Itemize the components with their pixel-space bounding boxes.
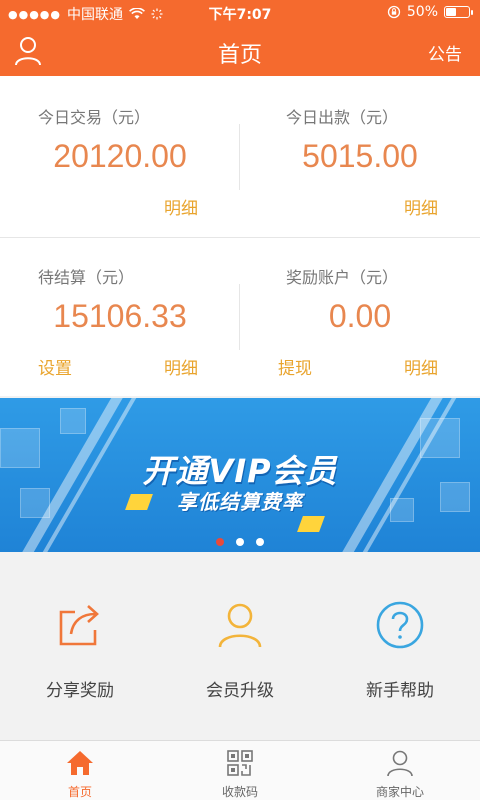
stat-label: 今日交易（元）: [38, 108, 151, 127]
stat-reward: 奖励账户（元） 0.00 提现 明细: [240, 236, 480, 396]
tab-qrcode[interactable]: 收款码: [160, 741, 320, 800]
help-icon: [376, 601, 424, 649]
qrcode-icon: [227, 750, 253, 776]
tab-label: 收款码: [221, 785, 258, 799]
rotation-lock-icon: [387, 5, 401, 19]
merchant-icon: [387, 750, 413, 777]
battery-fill: [446, 8, 456, 16]
gem-icon: [297, 516, 325, 532]
reward-withdraw-link[interactable]: 提现: [278, 354, 312, 379]
share-icon: [59, 605, 99, 646]
tab-label: 商家中心: [375, 785, 424, 799]
reward-detail-link[interactable]: 明细: [404, 354, 438, 379]
pending-detail-link[interactable]: 明细: [164, 354, 198, 379]
banner-subtitle: 享低结算费率: [177, 490, 303, 514]
stat-value: 15106.33: [53, 298, 187, 334]
newbie-help-button[interactable]: 新手帮助: [320, 552, 480, 740]
banner-dot[interactable]: [236, 538, 244, 546]
tab-merchant-center[interactable]: 商家中心: [320, 741, 480, 800]
bottom-tab-bar: 首页 收款码 商家中心: [0, 740, 480, 800]
stat-label: 待结算（元）: [38, 268, 135, 287]
status-bar: ●●●●● 中国联通 下午7:07 50%: [0, 0, 480, 26]
banner-pagination[interactable]: [0, 538, 480, 546]
banner-dot[interactable]: [216, 538, 224, 546]
stat-label: 今日出款（元）: [286, 108, 399, 127]
feature-label: 会员升级: [206, 681, 274, 701]
tab-label: 首页: [67, 785, 92, 799]
status-right: 50%: [387, 4, 473, 20]
member-upgrade-button[interactable]: 会员升级: [160, 552, 320, 740]
share-reward-button[interactable]: 分享奖励: [0, 552, 160, 740]
today-trade-detail-link[interactable]: 明细: [164, 194, 198, 219]
feature-label: 分享奖励: [46, 681, 114, 701]
stat-value: 5015.00: [302, 138, 418, 174]
battery-icon: [444, 6, 473, 18]
home-icon: [67, 751, 93, 775]
stat-today-trade: 今日交易（元） 20120.00 明细: [0, 76, 240, 236]
page-title: 首页: [217, 43, 262, 68]
vip-banner[interactable]: 开通VIP会员 享低结算费率: [0, 398, 480, 552]
notice-button[interactable]: 公告: [428, 40, 462, 65]
stat-value: 0.00: [328, 298, 392, 334]
member-icon: [218, 603, 262, 648]
pending-settings-link[interactable]: 设置: [38, 354, 72, 379]
stats-panel: 今日交易（元） 20120.00 明细 今日出款（元） 5015.00 明细 待…: [0, 76, 480, 396]
stat-label: 奖励账户（元）: [286, 268, 399, 287]
stat-today-payout: 今日出款（元） 5015.00 明细: [240, 76, 480, 236]
banner-decoration: [60, 408, 86, 434]
feature-label: 新手帮助: [366, 681, 434, 701]
app-header: 首页 公告: [0, 26, 480, 76]
feature-grid: 分享奖励 会员升级 新手帮助: [0, 552, 480, 740]
divider: [239, 284, 240, 350]
battery-percent: 50%: [406, 4, 438, 20]
tab-home[interactable]: 首页: [0, 741, 160, 800]
stat-value: 20120.00: [53, 138, 187, 174]
banner-dot[interactable]: [256, 538, 264, 546]
today-payout-detail-link[interactable]: 明细: [404, 194, 438, 219]
divider: [239, 124, 240, 190]
stat-pending: 待结算（元） 15106.33 设置 明细: [0, 236, 240, 396]
